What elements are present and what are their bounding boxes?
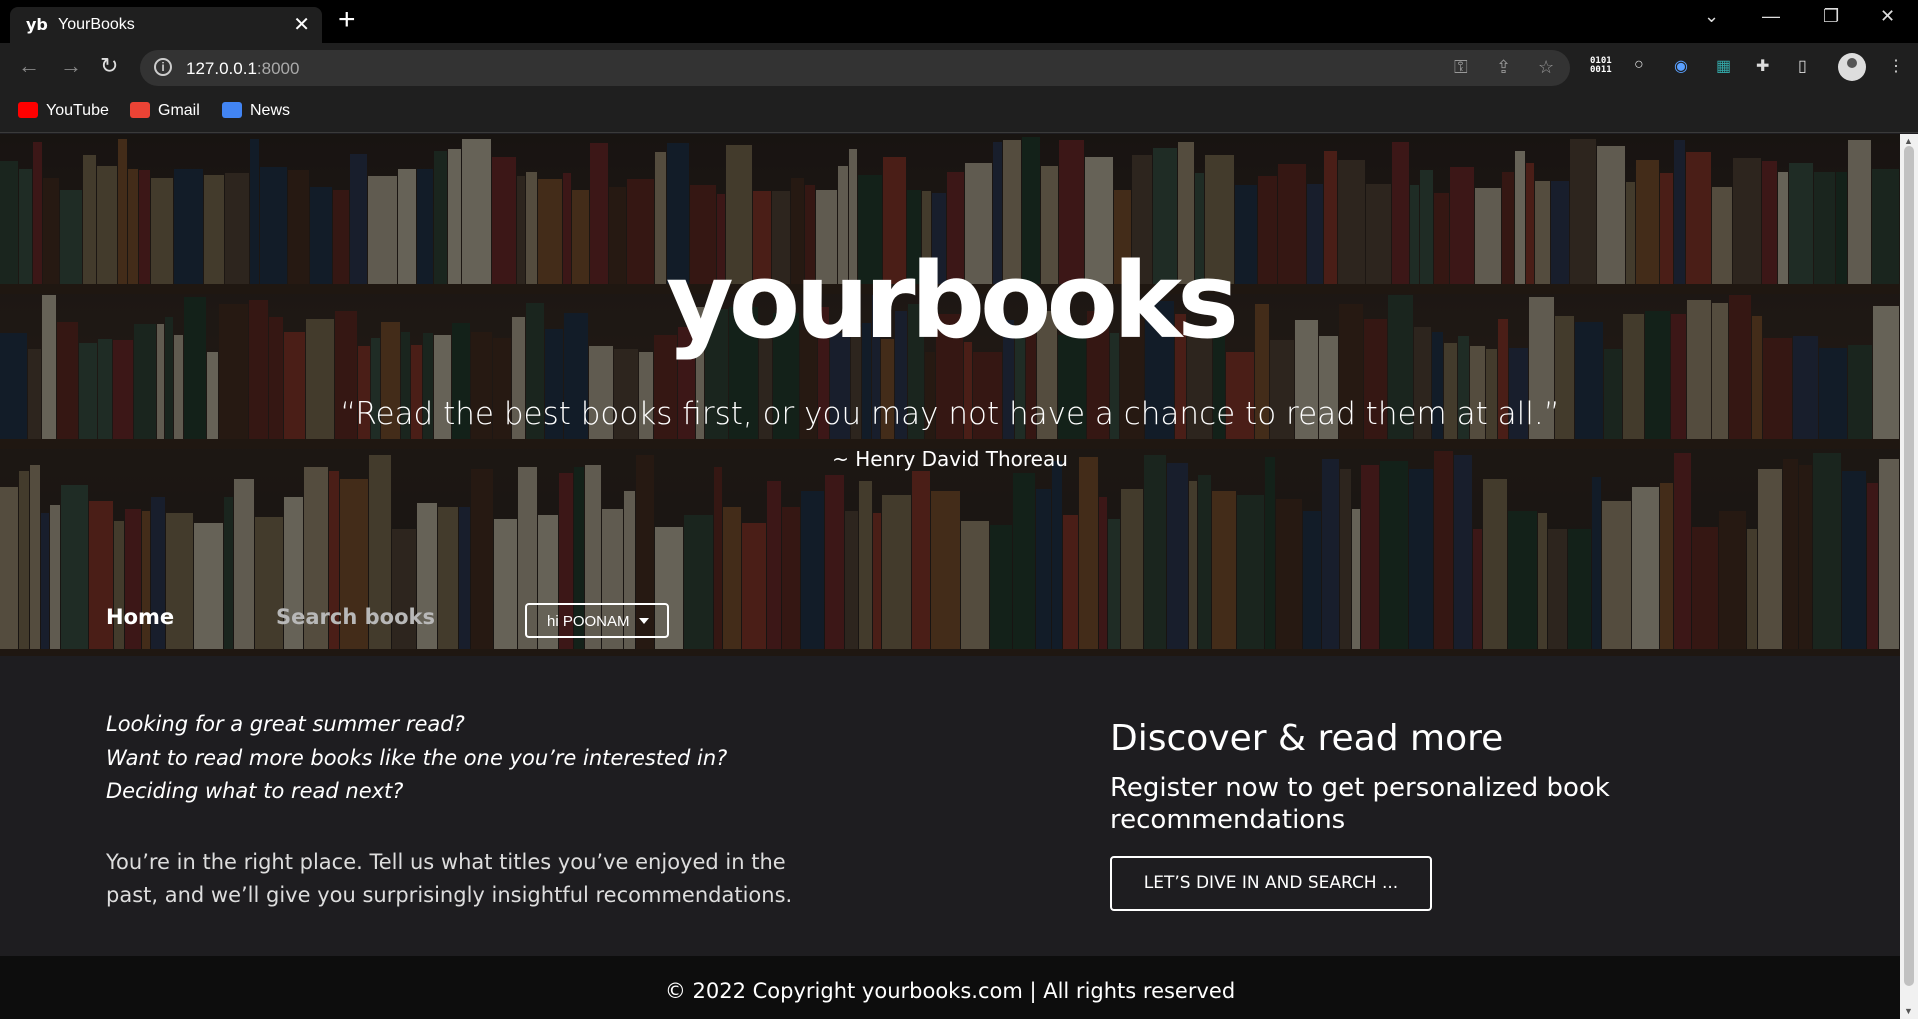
intro-question: Looking for a great summer read?: [106, 712, 465, 736]
gmail-icon: [130, 102, 150, 118]
tab-title: YourBooks: [58, 16, 135, 33]
intro-body: You’re in the right place. Tell us what …: [106, 850, 793, 907]
url-host: 127.0.0.1: [186, 59, 257, 78]
reload-icon[interactable]: ↻: [100, 55, 118, 77]
browser-toolbar: ← → ↻ i 127.0.0.1:8000 ⚿ ⇪ ☆ 0101 0011 ○…: [0, 43, 1918, 92]
quote-author: ~ Henry David Thoreau: [832, 447, 1068, 471]
binary-extension-icon[interactable]: 0101 0011: [1590, 57, 1612, 75]
user-menu-label: hi POONAM: [547, 613, 630, 630]
side-panel-icon[interactable]: ▯: [1798, 56, 1807, 76]
forward-icon[interactable]: →: [60, 55, 82, 77]
hero-banner: yourbooks “Read the best books first, or…: [0, 134, 1900, 656]
hero-quote: “Read the best books first, or you may n…: [340, 396, 1560, 432]
tab-search-chevron-icon[interactable]: ⌄: [1704, 6, 1719, 27]
url-text: 127.0.0.1:8000: [186, 59, 299, 79]
bookmark-label: Gmail: [158, 102, 200, 119]
intro-section: Looking for a great summer read? Want to…: [0, 656, 1900, 956]
bookmark-label: YouTube: [46, 102, 109, 119]
new-extension-icon[interactable]: ▦: [1716, 56, 1731, 76]
circle-extension-icon[interactable]: ○: [1634, 56, 1644, 74]
back-icon[interactable]: ←: [18, 55, 40, 77]
dive-in-search-button[interactable]: LET’S DIVE IN AND SEARCH ...: [1110, 856, 1432, 911]
minimize-icon[interactable]: —: [1762, 6, 1780, 27]
discover-title: Discover & read more: [1110, 718, 1504, 759]
nav-home-link[interactable]: Home: [106, 605, 174, 629]
bookmarks-bar: YouTube Gmail News: [0, 92, 1918, 133]
profile-avatar[interactable]: [1838, 53, 1866, 81]
page-viewport: yourbooks “Read the best books first, or…: [0, 134, 1900, 1019]
share-icon[interactable]: ⇪: [1496, 57, 1511, 78]
scroll-down-icon[interactable]: ▼: [1904, 1006, 1913, 1016]
bookmark-gmail[interactable]: Gmail: [130, 102, 200, 120]
bookmark-news[interactable]: News: [222, 102, 290, 120]
discover-subtitle: Register now to get personalized book re…: [1110, 773, 1610, 835]
screen-record-extension-icon[interactable]: ◉: [1674, 56, 1688, 76]
bookmark-label: News: [250, 102, 291, 119]
menu-kebab-icon[interactable]: ⋮: [1888, 56, 1904, 76]
scroll-up-icon[interactable]: ▲: [1904, 136, 1913, 146]
tab-strip: yb YourBooks ✕ + ⌄ — ❐ ✕: [0, 0, 1918, 43]
close-window-icon[interactable]: ✕: [1880, 6, 1895, 27]
restore-icon[interactable]: ❐: [1823, 6, 1839, 27]
bookmark-star-icon[interactable]: ☆: [1538, 57, 1554, 78]
news-icon: [222, 102, 242, 118]
site-info-icon[interactable]: i: [154, 58, 172, 76]
tab-yourbooks[interactable]: yb YourBooks ✕: [10, 7, 322, 43]
tab-favicon: yb: [26, 15, 48, 34]
puzzle-extensions-icon[interactable]: ✚: [1756, 56, 1769, 76]
intro-question: Deciding what to read next?: [106, 779, 404, 803]
key-icon[interactable]: ⚿: [1454, 57, 1468, 78]
scrollbar-thumb[interactable]: [1904, 146, 1914, 986]
site-logo[interactable]: yourbooks: [0, 240, 1900, 362]
youtube-icon: [18, 102, 38, 118]
tab-close-icon[interactable]: ✕: [293, 12, 310, 37]
bookmark-youtube[interactable]: YouTube: [18, 102, 109, 120]
new-tab-icon[interactable]: +: [338, 5, 356, 35]
page-footer: © 2022 Copyright yourbooks.com | All rig…: [0, 956, 1900, 1019]
address-bar[interactable]: i 127.0.0.1:8000 ⚿ ⇪ ☆: [140, 50, 1570, 86]
caret-down-icon: [639, 618, 649, 624]
intro-question: Want to read more books like the one you…: [106, 746, 728, 770]
nav-search-books-link[interactable]: Search books: [276, 605, 435, 629]
hero-overlay: [0, 134, 1900, 656]
page-scrollbar[interactable]: ▲ ▼: [1900, 134, 1918, 1019]
user-menu-dropdown[interactable]: hi POONAM: [525, 603, 669, 638]
url-port: :8000: [256, 59, 300, 78]
